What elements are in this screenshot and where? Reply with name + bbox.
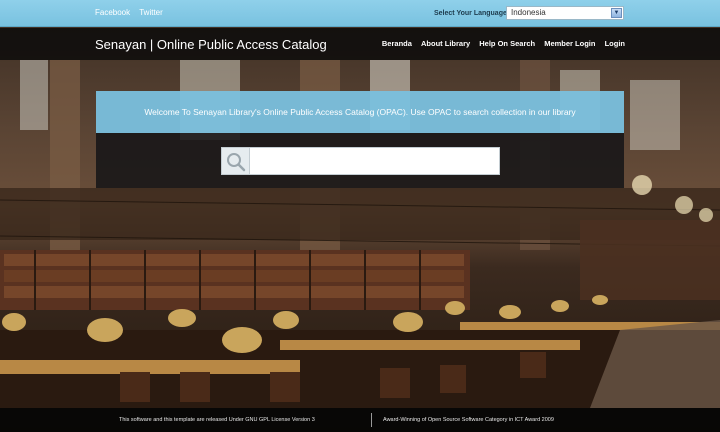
nav-item-beranda[interactable]: Beranda	[382, 39, 412, 48]
language-selected-value: Indonesia	[511, 8, 546, 17]
award-text: Award-Winning of Open Source Software Ca…	[383, 417, 554, 423]
facebook-link[interactable]: Facebook	[95, 8, 130, 17]
nav-item-about-library[interactable]: About Library	[421, 39, 470, 48]
twitter-link[interactable]: Twitter	[139, 8, 163, 17]
site-header: Senayan | Online Public Access Catalog B…	[0, 28, 720, 60]
welcome-banner: Welcome To Senayan Library's Online Publ…	[96, 91, 624, 133]
language-select[interactable]: Indonesia ▼	[506, 6, 624, 20]
social-links: Facebook Twitter	[95, 8, 170, 17]
top-bar: Facebook Twitter Select Your Language In…	[0, 0, 720, 27]
nav-item-help-on-search[interactable]: Help On Search	[479, 39, 535, 48]
library-background-image	[0, 0, 720, 432]
footer-divider	[371, 413, 372, 427]
nav-item-login[interactable]: Login	[605, 39, 625, 48]
site-footer: This software and this template are rele…	[0, 408, 720, 432]
welcome-text: Welcome To Senayan Library's Online Publ…	[144, 107, 576, 117]
site-title: Senayan | Online Public Access Catalog	[95, 37, 327, 52]
nav-item-member-login[interactable]: Member Login	[544, 39, 595, 48]
search-icon[interactable]	[221, 147, 249, 175]
chevron-down-icon[interactable]: ▼	[611, 8, 622, 18]
main-nav: Beranda About Library Help On Search Mem…	[375, 39, 625, 48]
language-label: Select Your Language	[434, 10, 507, 17]
license-text: This software and this template are rele…	[119, 417, 315, 423]
library-illustration	[0, 60, 720, 408]
magnifier-glyph	[227, 153, 246, 172]
search-input[interactable]	[249, 147, 500, 175]
